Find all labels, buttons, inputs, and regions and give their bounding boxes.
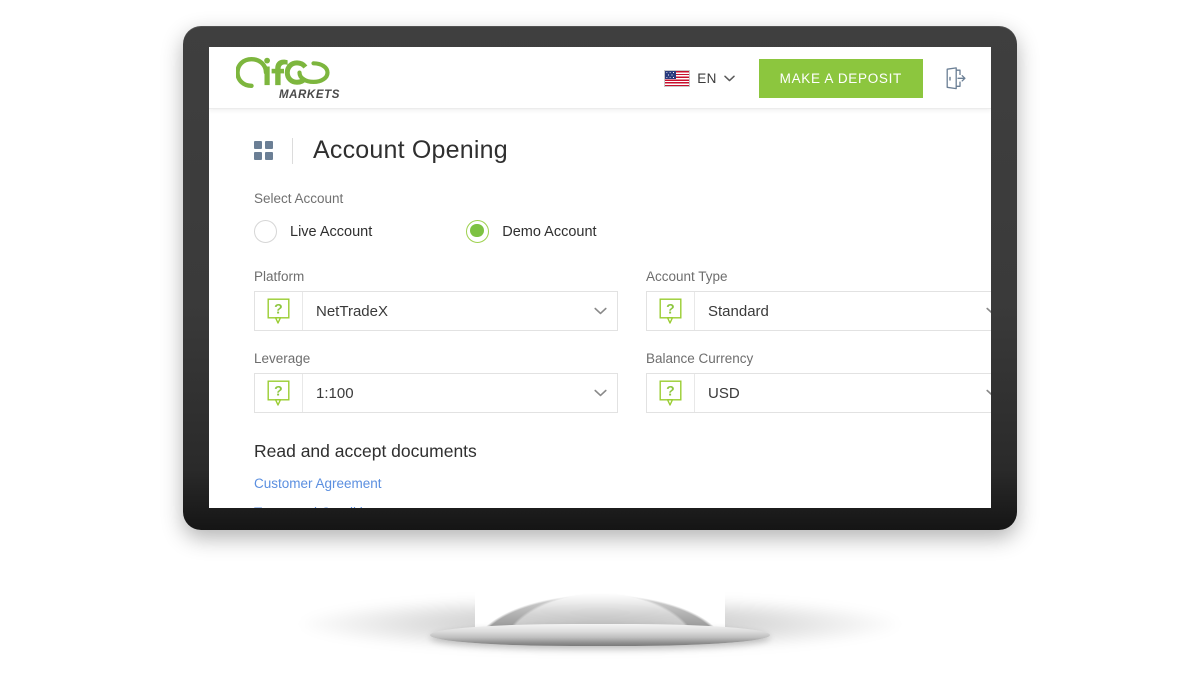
help-tooltip-glyph: ?	[659, 298, 682, 324]
ifc-markets-logo[interactable]: MARKETS	[236, 56, 344, 101]
grid-apps-icon[interactable]	[254, 141, 273, 160]
help-tooltip-icon[interactable]: ?	[255, 374, 303, 412]
svg-text:?: ?	[666, 300, 675, 316]
platform-select[interactable]: ? NetTradeX	[254, 291, 618, 331]
radio-indicator	[466, 220, 490, 243]
field-label: Account Type	[646, 269, 728, 284]
radio-live-account[interactable]: Live Account	[254, 220, 372, 243]
select-account-label: Select Account	[254, 191, 344, 206]
header-divider	[292, 137, 293, 164]
link-terms-and-conditions[interactable]: Terms and Conditions	[254, 505, 385, 508]
language-code: EN	[697, 70, 717, 86]
leverage-value: 1:100	[316, 384, 354, 402]
chevron-down-icon	[723, 75, 735, 81]
chevron-down-icon	[975, 292, 991, 330]
field-label: Leverage	[254, 351, 311, 366]
header-actions: EN MAKE A DEPOSIT	[660, 47, 991, 109]
account-type-select[interactable]: ? Standard	[646, 291, 991, 331]
radio-live-account-label: Live Account	[290, 223, 373, 240]
radio-indicator	[254, 220, 277, 243]
svg-text:?: ?	[274, 300, 283, 316]
leverage-select[interactable]: ? 1:100	[254, 373, 618, 413]
chevron-down-icon	[583, 292, 617, 330]
field-balance-currency: Balance Currency ? USD	[646, 351, 991, 413]
logout-button[interactable]	[941, 64, 969, 92]
monitor-stand-neck	[475, 520, 725, 630]
page-title: Account Opening	[313, 136, 508, 164]
chevron-down-icon	[583, 374, 617, 412]
link-customer-agreement[interactable]: Customer Agreement	[254, 476, 382, 491]
make-a-deposit-button[interactable]: MAKE A DEPOSIT	[758, 58, 923, 98]
field-account-type: Account Type ? Standard	[646, 269, 991, 331]
svg-text:?: ?	[666, 382, 675, 398]
monitor-stand-base	[430, 624, 770, 646]
balance-currency-select[interactable]: ? USD	[646, 373, 991, 413]
help-tooltip-glyph: ?	[267, 380, 290, 406]
form-fields-grid: Platform ? NetTradeX Account Type ? Stan…	[254, 269, 991, 413]
account-type-value: Standard	[708, 302, 769, 320]
account-type-radio-group: Live Account Demo Account	[254, 220, 946, 243]
logo-subtext: MARKETS	[278, 89, 340, 101]
help-tooltip-icon[interactable]: ?	[647, 374, 695, 412]
field-leverage: Leverage ? 1:100	[254, 351, 618, 413]
documents-section-title: Read and accept documents	[254, 441, 477, 461]
screenshot-stage: MARKETS EN MAKE A DEPOSIT Account Openin…	[0, 0, 1200, 675]
app-header: MARKETS EN MAKE A DEPOSIT	[209, 47, 991, 109]
us-flag-icon	[664, 69, 691, 87]
logout-door-icon	[946, 66, 966, 89]
chevron-down-icon	[975, 374, 991, 412]
field-label: Platform	[254, 269, 305, 284]
help-tooltip-icon[interactable]: ?	[255, 292, 303, 330]
help-tooltip-icon[interactable]: ?	[647, 292, 695, 330]
field-platform: Platform ? NetTradeX	[254, 269, 618, 331]
radio-demo-account[interactable]: Demo Account	[466, 220, 597, 243]
logo-mark-icon	[236, 56, 330, 88]
help-tooltip-glyph: ?	[267, 298, 290, 324]
field-label: Balance Currency	[646, 351, 754, 366]
svg-text:?: ?	[274, 382, 283, 398]
page-header: Account Opening	[209, 136, 991, 165]
account-opening-form: Select Account Live Account Demo Account…	[209, 191, 991, 508]
balance-currency-value: USD	[708, 384, 740, 402]
page-content: Account Opening Select Account Live Acco…	[209, 109, 991, 508]
language-switcher[interactable]: EN	[660, 64, 738, 93]
monitor-screen: MARKETS EN MAKE A DEPOSIT Account Openin…	[209, 47, 991, 508]
help-tooltip-glyph: ?	[659, 380, 682, 406]
platform-value: NetTradeX	[316, 302, 388, 320]
radio-demo-account-label: Demo Account	[502, 223, 597, 240]
